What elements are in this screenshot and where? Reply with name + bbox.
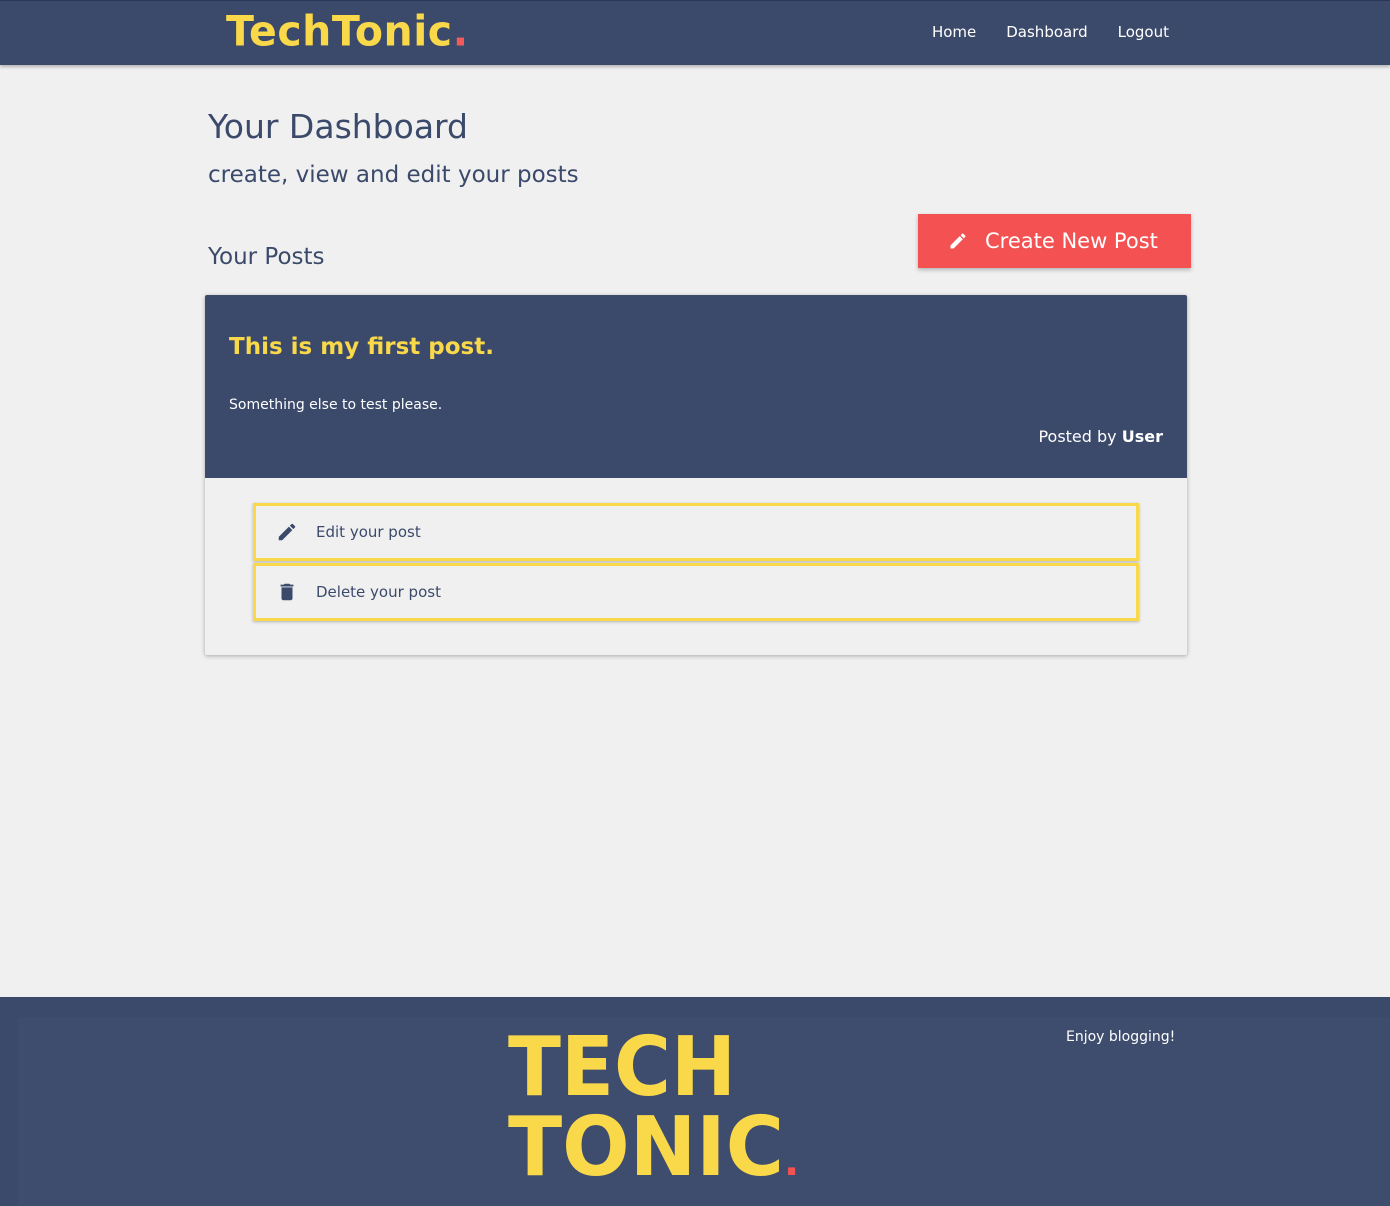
pencil-icon	[948, 231, 968, 251]
footer: TECH TONIC . Enjoy blogging!	[0, 997, 1390, 1206]
footer-logo-dot: .	[784, 1139, 799, 1185]
trash-icon	[276, 581, 298, 603]
post-card: This is my first post. Something else to…	[205, 295, 1187, 655]
footer-logo-line2: TONIC	[508, 1100, 784, 1185]
brand-dot: .	[452, 6, 469, 56]
nav-home-link[interactable]: Home	[932, 23, 976, 41]
navbar: TechTonic. Home Dashboard Logout	[0, 0, 1390, 65]
create-post-label: Create New Post	[985, 229, 1158, 253]
posted-by-prefix: Posted by	[1038, 427, 1122, 446]
nav-logout-link[interactable]: Logout	[1118, 23, 1169, 41]
post-card-header: This is my first post. Something else to…	[205, 295, 1187, 478]
post-author: User	[1121, 427, 1163, 446]
post-meta: Posted by User	[1038, 427, 1163, 446]
create-post-button[interactable]: Create New Post	[918, 214, 1191, 268]
footer-logo: TECH TONIC .	[508, 1025, 799, 1185]
page-title: Your Dashboard	[208, 107, 468, 146]
footer-tagline: Enjoy blogging!	[1066, 1029, 1176, 1045]
posts-heading: Your Posts	[208, 244, 325, 270]
page-subtitle: create, view and edit your posts	[208, 162, 579, 188]
brand-logo[interactable]: TechTonic.	[226, 7, 469, 56]
post-title: This is my first post.	[229, 334, 494, 360]
footer-inner: TECH TONIC . Enjoy blogging!	[18, 1017, 1390, 1206]
edit-post-button[interactable]: Edit your post	[253, 503, 1139, 561]
edit-post-label: Edit your post	[316, 523, 421, 541]
delete-post-label: Delete your post	[316, 583, 441, 601]
nav-dashboard-link[interactable]: Dashboard	[1006, 23, 1087, 41]
nav-links: Home Dashboard Logout	[902, 23, 1169, 41]
brand-text: TechTonic	[226, 6, 453, 56]
post-body: Something else to test please.	[229, 397, 443, 413]
pencil-icon	[276, 521, 298, 543]
delete-post-button[interactable]: Delete your post	[253, 563, 1139, 621]
